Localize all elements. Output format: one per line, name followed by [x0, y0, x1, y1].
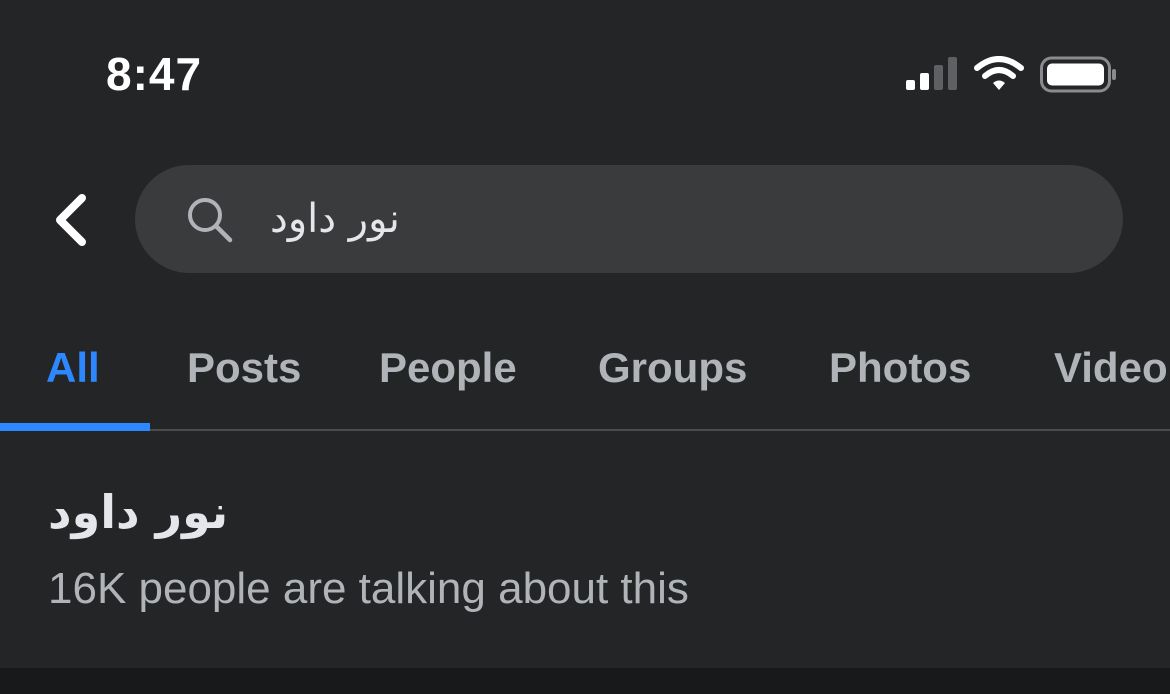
tab-people[interactable]: People: [379, 340, 517, 396]
result-title: نور داود: [48, 485, 229, 539]
search-input[interactable]: نور داود: [135, 165, 1123, 273]
battery-icon: [1040, 56, 1116, 93]
tab-photos[interactable]: Photos: [829, 340, 971, 396]
search-query-text: نور داود: [270, 196, 400, 242]
tab-divider: [0, 429, 1170, 431]
search-icon: [188, 198, 233, 243]
status-time: 8:47: [106, 48, 203, 100]
result-subtitle: 16K people are talking about this: [48, 564, 689, 613]
tab-all[interactable]: All: [46, 340, 100, 396]
active-tab-indicator: [0, 423, 150, 431]
signal-icon: [906, 57, 957, 90]
search-result-item[interactable]: نور داود 16K people are talking about th…: [0, 432, 1170, 668]
section-separator: [0, 668, 1170, 694]
tab-groups[interactable]: Groups: [598, 340, 747, 396]
back-button[interactable]: [44, 188, 96, 252]
status-bar: 8:47: [0, 0, 1170, 140]
wifi-icon: [974, 56, 1024, 90]
search-filter-tabs: All Posts People Groups Photos Video: [0, 320, 1170, 432]
tab-videos[interactable]: Video: [1054, 340, 1168, 396]
tab-posts[interactable]: Posts: [187, 340, 301, 396]
chevron-left-icon: [56, 194, 86, 246]
